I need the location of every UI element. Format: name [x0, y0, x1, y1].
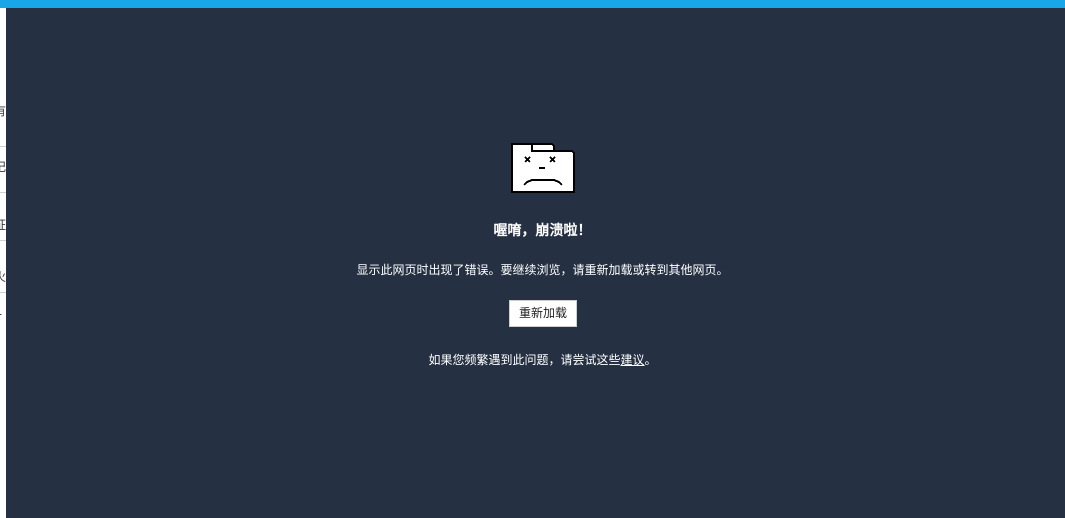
suggestions-link[interactable]: 建议 [620, 353, 644, 367]
background-text-fragment: T [0, 312, 1, 326]
crash-page: 喔唷，崩溃啦！ 显示此网页时出现了错误。要继续浏览，请重新加载或转到其他网页。 … [6, 8, 1065, 518]
crash-message: 显示此网页时出现了错误。要继续浏览，请重新加载或转到其他网页。 [356, 263, 729, 277]
help-text-prefix: 如果您频繁遇到此问题，请尝试这些 [428, 353, 621, 367]
help-text-suffix: 。 [644, 353, 657, 367]
top-accent-bar [0, 0, 1065, 8]
reload-button[interactable]: 重新加载 [509, 300, 577, 327]
sad-tab-icon [511, 143, 575, 193]
crash-title: 喔唷，崩溃啦！ [493, 223, 592, 239]
help-text: 如果您频繁遇到此问题，请尝试这些建议。 [6, 352, 1065, 368]
